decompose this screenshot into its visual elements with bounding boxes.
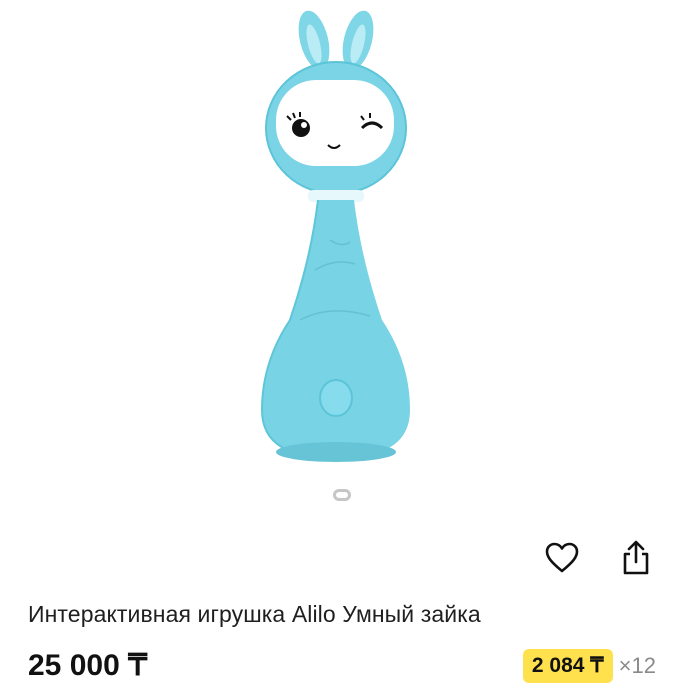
product-image-gallery[interactable]	[0, 0, 684, 520]
product-image	[260, 10, 410, 462]
product-price: 25 000 ₸	[28, 649, 148, 682]
installment-info[interactable]: 2 084 ₸ ×12	[522, 649, 656, 683]
product-actions	[542, 538, 656, 578]
share-button[interactable]	[616, 538, 656, 578]
installment-months: ×12	[618, 653, 656, 678]
favorite-button[interactable]	[542, 538, 582, 578]
heart-icon	[545, 542, 579, 573]
share-icon	[623, 540, 649, 575]
product-title: Интерактивная игрушка Alilo Умный зайка	[28, 601, 481, 627]
gallery-pager-dot[interactable]	[333, 489, 351, 501]
product-screen: Интерактивная игрушка Alilo Умный зайка …	[0, 0, 684, 699]
installment-amount-badge: 2 084 ₸	[522, 649, 613, 683]
